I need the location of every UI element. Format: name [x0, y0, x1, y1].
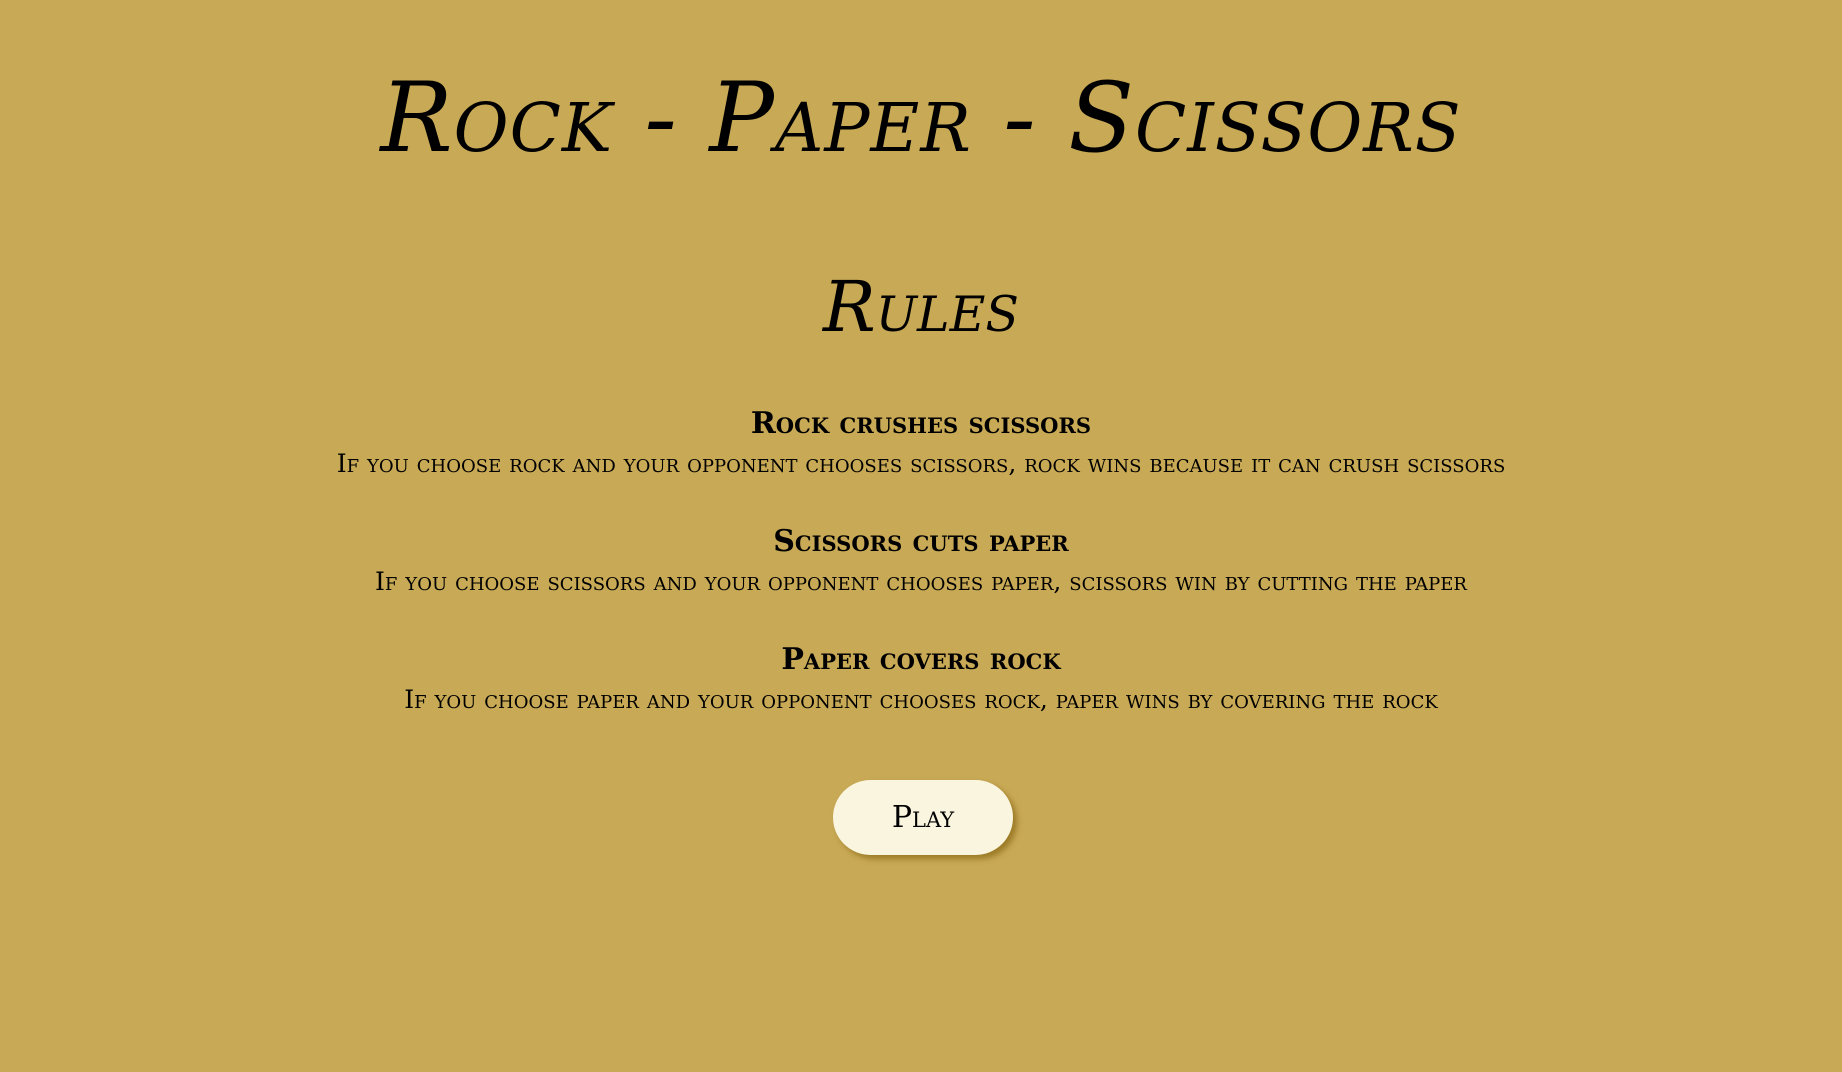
- rule-description: If you choose scissors and your opponent…: [375, 567, 1467, 596]
- rule-description: If you choose rock and your opponent cho…: [336, 449, 1506, 478]
- rule-scissors-cuts-paper: Scissors cuts paper If you choose scisso…: [0, 522, 1842, 600]
- rule-title: Paper covers rock: [781, 642, 1061, 677]
- rules-heading: Rules: [823, 266, 1019, 348]
- rule-title: Scissors cuts paper: [773, 524, 1069, 559]
- rule-paper-covers-rock: Paper covers rock If you choose paper an…: [0, 640, 1842, 718]
- rule-title: Rock crushes scissors: [750, 406, 1092, 441]
- rule-rock-crushes-scissors: Rock crushes scissors If you choose rock…: [0, 404, 1842, 482]
- page-title: Rock - Paper - Scissors: [380, 62, 1462, 174]
- rule-description: If you choose paper and your opponent ch…: [404, 685, 1438, 714]
- play-button[interactable]: Play: [833, 780, 1013, 855]
